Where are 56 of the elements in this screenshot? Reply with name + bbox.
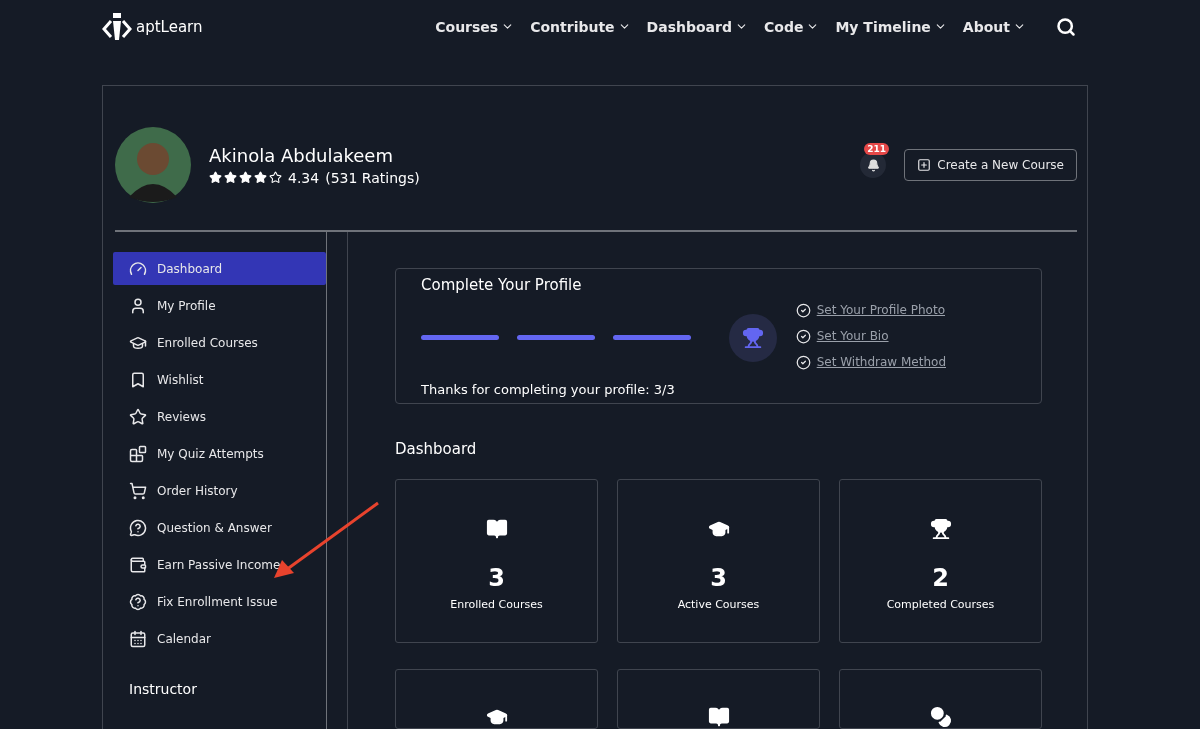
search-button[interactable] bbox=[1056, 16, 1076, 37]
sidebar-item[interactable]: Earn Passive Income bbox=[113, 548, 326, 581]
sidebar-item[interactable]: Enrolled Courses bbox=[113, 326, 326, 359]
sidebar-icon bbox=[129, 259, 147, 278]
stat-label: Completed Courses bbox=[886, 598, 995, 611]
stat-value: 3 bbox=[710, 564, 727, 592]
nav-link[interactable]: My Timeline bbox=[835, 18, 947, 35]
nav-link[interactable]: Contribute bbox=[530, 18, 631, 35]
sidebar-icon bbox=[129, 629, 147, 648]
card-icon bbox=[929, 706, 952, 728]
sidebar-item[interactable]: My Quiz Attempts bbox=[113, 437, 326, 470]
nav-link[interactable]: Dashboard bbox=[646, 18, 748, 35]
nav-link[interactable]: About bbox=[962, 18, 1026, 35]
checklist-link[interactable]: Set Your Bio bbox=[816, 329, 889, 343]
sidebar-item[interactable]: My Profile bbox=[113, 289, 326, 322]
logo-text[interactable]: aptLearn bbox=[136, 17, 203, 36]
notification-button[interactable] bbox=[860, 152, 887, 178]
card-icon bbox=[485, 518, 508, 540]
card-icon bbox=[707, 706, 730, 728]
checklist-link[interactable]: Set Withdraw Method bbox=[816, 355, 946, 369]
nav-link[interactable]: Code bbox=[764, 18, 820, 35]
progress-message: Thanks for completing your profile: 3/3 bbox=[421, 381, 676, 397]
bell-icon bbox=[866, 158, 880, 172]
rating-value: 4.34 bbox=[288, 169, 320, 186]
sidebar-icon bbox=[129, 296, 147, 315]
sidebar-item[interactable]: Fix Enrollment Issue bbox=[113, 585, 326, 618]
sidebar-item[interactable]: Calendar bbox=[113, 622, 326, 655]
stat-value: 3 bbox=[488, 564, 505, 592]
stat-label: Active Courses bbox=[677, 598, 760, 611]
stat-label: Enrolled Courses bbox=[450, 598, 543, 611]
card-icon bbox=[929, 518, 952, 540]
sidebar-icon bbox=[129, 370, 147, 389]
plus-square-icon bbox=[917, 158, 932, 172]
user-name: Akinola Abdulakeem bbox=[209, 144, 394, 166]
sidebar-icon bbox=[129, 444, 147, 463]
sidebar-icon bbox=[129, 592, 147, 611]
checklist-link[interactable]: Set Your Profile Photo bbox=[816, 303, 945, 317]
sidebar-item[interactable]: Question & Answer bbox=[113, 511, 326, 544]
sidebar-item[interactable]: Dashboard bbox=[113, 252, 326, 285]
section-title: Dashboard bbox=[395, 440, 478, 458]
ratings-count: (531 Ratings) bbox=[325, 169, 420, 186]
nav-link[interactable]: Courses bbox=[435, 18, 515, 35]
notification-badge: 211 bbox=[864, 143, 890, 155]
create-course-button[interactable]: Create a New Course bbox=[904, 149, 1077, 181]
sidebar-item[interactable]: Order History bbox=[113, 474, 326, 507]
trophy-icon bbox=[729, 313, 777, 362]
sidebar-icon bbox=[129, 481, 147, 500]
sidebar-icon bbox=[129, 518, 147, 537]
logo-icon bbox=[102, 11, 132, 42]
sidebar-icon bbox=[129, 407, 147, 426]
section-heading: Instructor bbox=[129, 681, 198, 697]
card-title: Complete Your Profile bbox=[421, 275, 583, 294]
stat-value: 2 bbox=[932, 564, 949, 592]
sidebar-item[interactable]: Wishlist bbox=[113, 363, 326, 396]
sidebar-icon bbox=[129, 555, 147, 574]
sidebar-item[interactable]: Reviews bbox=[113, 400, 326, 433]
